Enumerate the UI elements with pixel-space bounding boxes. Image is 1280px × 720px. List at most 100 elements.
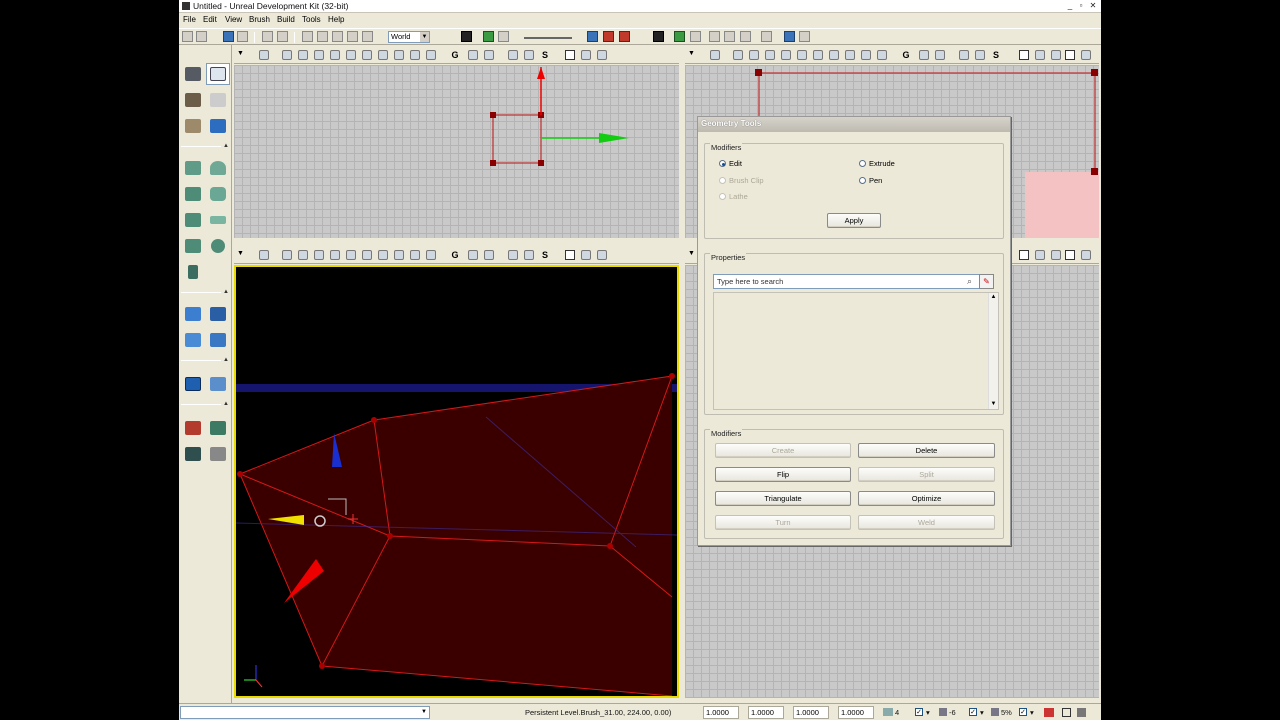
scale-icon[interactable] — [347, 31, 358, 42]
apply-button[interactable]: Apply — [827, 213, 881, 228]
drag-grid-z-field[interactable]: 1.0000 — [793, 706, 829, 719]
terrain-mode-tool[interactable] — [181, 89, 205, 111]
lock-viewport-icon[interactable] — [259, 50, 269, 60]
camera-speed-icon[interactable] — [508, 50, 518, 60]
lightmap-density-icon[interactable] — [426, 250, 436, 260]
play-in-viewport-icon[interactable] — [1035, 250, 1045, 260]
shader-complexity-icon[interactable] — [861, 50, 871, 60]
texture-density-icon[interactable] — [394, 50, 404, 60]
snap-settings-icon[interactable] — [1062, 708, 1071, 717]
lock-viewport-icon[interactable] — [710, 50, 720, 60]
mesh-paint-tool[interactable] — [206, 115, 230, 137]
lit-icon[interactable] — [330, 50, 340, 60]
build-geometry-icon[interactable] — [653, 31, 664, 42]
volumetric-builder-tool[interactable] — [181, 261, 205, 283]
matinee-preview-icon[interactable] — [1019, 50, 1029, 60]
add-volume-tool[interactable] — [181, 373, 205, 395]
viewport-perspective-canvas[interactable] — [234, 265, 679, 698]
axis-x-arrow-icon[interactable] — [599, 133, 629, 143]
rotation-snap-checkbox[interactable]: ✓ — [969, 708, 977, 716]
light-complexity-icon[interactable] — [378, 50, 388, 60]
wireframe-icon[interactable] — [282, 50, 292, 60]
brush-vertex[interactable] — [1091, 168, 1098, 175]
triangulate-button[interactable]: Triangulate — [715, 491, 851, 506]
show-flags-icon[interactable] — [484, 250, 494, 260]
rotate-icon[interactable] — [332, 31, 343, 42]
detail-lighting-icon[interactable] — [346, 250, 356, 260]
build-lighting-icon[interactable] — [674, 31, 685, 42]
spiral-stair-builder-tool[interactable] — [181, 235, 205, 257]
select-inverse-tool[interactable] — [181, 443, 205, 465]
lit-icon[interactable] — [781, 50, 791, 60]
brush-vertex[interactable] — [237, 471, 243, 477]
lighting-only-icon[interactable] — [362, 50, 372, 60]
show-all-tool[interactable] — [206, 443, 230, 465]
game-view-icon[interactable]: G — [450, 50, 460, 60]
search-icon[interactable]: ⌕ — [963, 275, 976, 288]
brush-vertex[interactable] — [371, 417, 377, 423]
game-view-icon[interactable]: G — [450, 250, 460, 260]
wireframe-icon[interactable] — [733, 50, 743, 60]
sphere-builder-tool[interactable] — [206, 235, 230, 257]
kismet-icon[interactable] — [461, 31, 472, 42]
sheet-builder-tool[interactable] — [206, 209, 230, 231]
build-all-icon[interactable] — [724, 31, 735, 42]
streaming-icon[interactable]: S — [991, 50, 1001, 60]
scroll-up-icon[interactable]: ▲ — [989, 293, 998, 302]
new-icon[interactable] — [182, 31, 193, 42]
menu-edit[interactable]: Edit — [203, 15, 217, 24]
lit-icon[interactable] — [330, 250, 340, 260]
lightmap-density-icon[interactable] — [877, 50, 887, 60]
hide-selected-tool[interactable] — [206, 417, 230, 439]
game-view-icon[interactable]: G — [901, 50, 911, 60]
linear-stair-builder-tool[interactable] — [181, 209, 205, 231]
unlit-icon[interactable] — [765, 50, 775, 60]
viewport-menu-dropdown[interactable]: ▼ — [237, 50, 244, 57]
lock-icon[interactable] — [919, 50, 929, 60]
move-mode-tool[interactable] — [206, 89, 230, 111]
realtime-icon[interactable] — [975, 50, 985, 60]
csg-deintersect-tool[interactable] — [206, 329, 230, 351]
cone-builder-tool[interactable] — [206, 157, 230, 179]
texture-density-icon[interactable] — [394, 250, 404, 260]
lightmap-density-icon[interactable] — [426, 50, 436, 60]
viewport-close-icon[interactable] — [1081, 50, 1091, 60]
show-selected-tool[interactable] — [181, 417, 205, 439]
build-cover-icon[interactable] — [709, 31, 720, 42]
grid-snap-dropdown-icon[interactable]: ▾ — [926, 708, 930, 717]
shader-complexity-icon[interactable] — [410, 50, 420, 60]
viewport-menu-dropdown[interactable]: ▼ — [688, 50, 695, 57]
status-options-icon[interactable] — [1077, 708, 1086, 717]
brush-vertex[interactable] — [669, 373, 675, 379]
camera-mode-tool[interactable] — [181, 63, 205, 85]
matinee-preview-icon[interactable] — [1019, 250, 1029, 260]
content-browser-icon[interactable] — [483, 31, 494, 42]
drag-grid-x-field[interactable]: 1.0000 — [703, 706, 739, 719]
redo-icon[interactable] — [277, 31, 288, 42]
translate-icon[interactable] — [317, 31, 328, 42]
axis-y-arrow-icon[interactable] — [537, 67, 545, 79]
play-in-editor-icon[interactable] — [619, 31, 630, 42]
csg-add-tool[interactable] — [181, 303, 205, 325]
save-all-icon[interactable] — [237, 31, 248, 42]
lock-viewport-icon[interactable] — [259, 250, 269, 260]
scroll-down-icon[interactable]: ▼ — [989, 400, 998, 409]
properties-search-input[interactable]: Type here to search — [713, 274, 989, 289]
play-on-pc-icon[interactable] — [784, 31, 795, 42]
menu-brush[interactable]: Brush — [249, 15, 270, 24]
viewport-top-canvas[interactable] — [234, 65, 679, 238]
play-in-viewport-icon[interactable] — [581, 50, 591, 60]
viewport-menu-dropdown[interactable]: ▼ — [688, 250, 695, 257]
play-in-viewport-icon[interactable] — [1035, 50, 1045, 60]
radio-extrude[interactable]: Extrude — [859, 159, 895, 168]
grid-snap-checkbox[interactable]: ✓ — [915, 708, 923, 716]
realtime-icon[interactable] — [524, 50, 534, 60]
drag-grid-w-field[interactable]: 1.0000 — [838, 706, 874, 719]
menu-tools[interactable]: Tools — [302, 15, 321, 24]
lock-icon[interactable] — [468, 250, 478, 260]
radio-lathe[interactable]: Lathe — [719, 192, 748, 201]
close-button[interactable]: ✕ — [1088, 1, 1098, 11]
viewport-menu-dropdown[interactable]: ▼ — [237, 250, 244, 257]
split-button[interactable]: Split — [858, 467, 995, 482]
light-complexity-icon[interactable] — [378, 250, 388, 260]
